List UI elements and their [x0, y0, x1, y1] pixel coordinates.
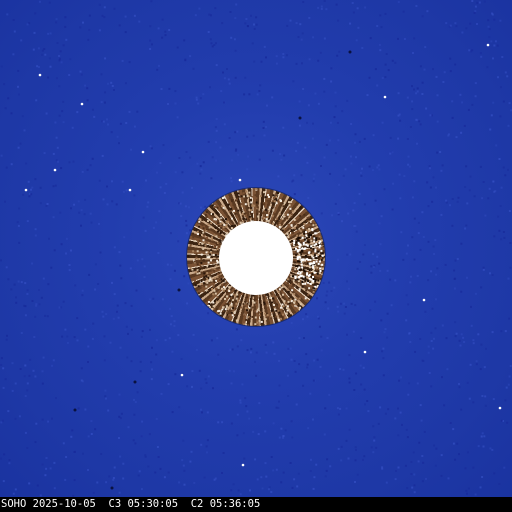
star — [422, 298, 426, 302]
star — [141, 150, 145, 154]
observatory-label: SOHO — [1, 498, 27, 510]
c2-time: 05:36:05 — [209, 498, 261, 510]
coronagraph-image: SOHO 2025-10-05 C3 05:30:05 C2 05:36:05 — [0, 0, 512, 512]
c2-label: C2 — [190, 498, 204, 510]
date-label: 2025-10-05 — [32, 498, 96, 510]
star — [128, 188, 132, 192]
c3-time: 05:30:05 — [127, 498, 179, 510]
dust-speck — [177, 288, 181, 292]
dust-speck — [110, 486, 114, 490]
dust-speck — [348, 50, 352, 54]
star — [363, 350, 367, 354]
star — [383, 95, 387, 99]
star — [53, 168, 57, 172]
star — [238, 178, 242, 182]
dust-speck — [73, 408, 77, 412]
star — [241, 463, 245, 467]
star — [24, 188, 28, 192]
star — [80, 102, 84, 106]
dust-speck — [298, 116, 302, 120]
star — [180, 373, 184, 377]
dust-speck — [133, 380, 137, 384]
star — [486, 43, 490, 47]
caption-bar: SOHO 2025-10-05 C3 05:30:05 C2 05:36:05 — [0, 497, 512, 512]
star — [498, 406, 502, 410]
star — [38, 73, 42, 77]
occulter-disk — [219, 221, 293, 295]
c3-label: C3 — [108, 498, 122, 510]
